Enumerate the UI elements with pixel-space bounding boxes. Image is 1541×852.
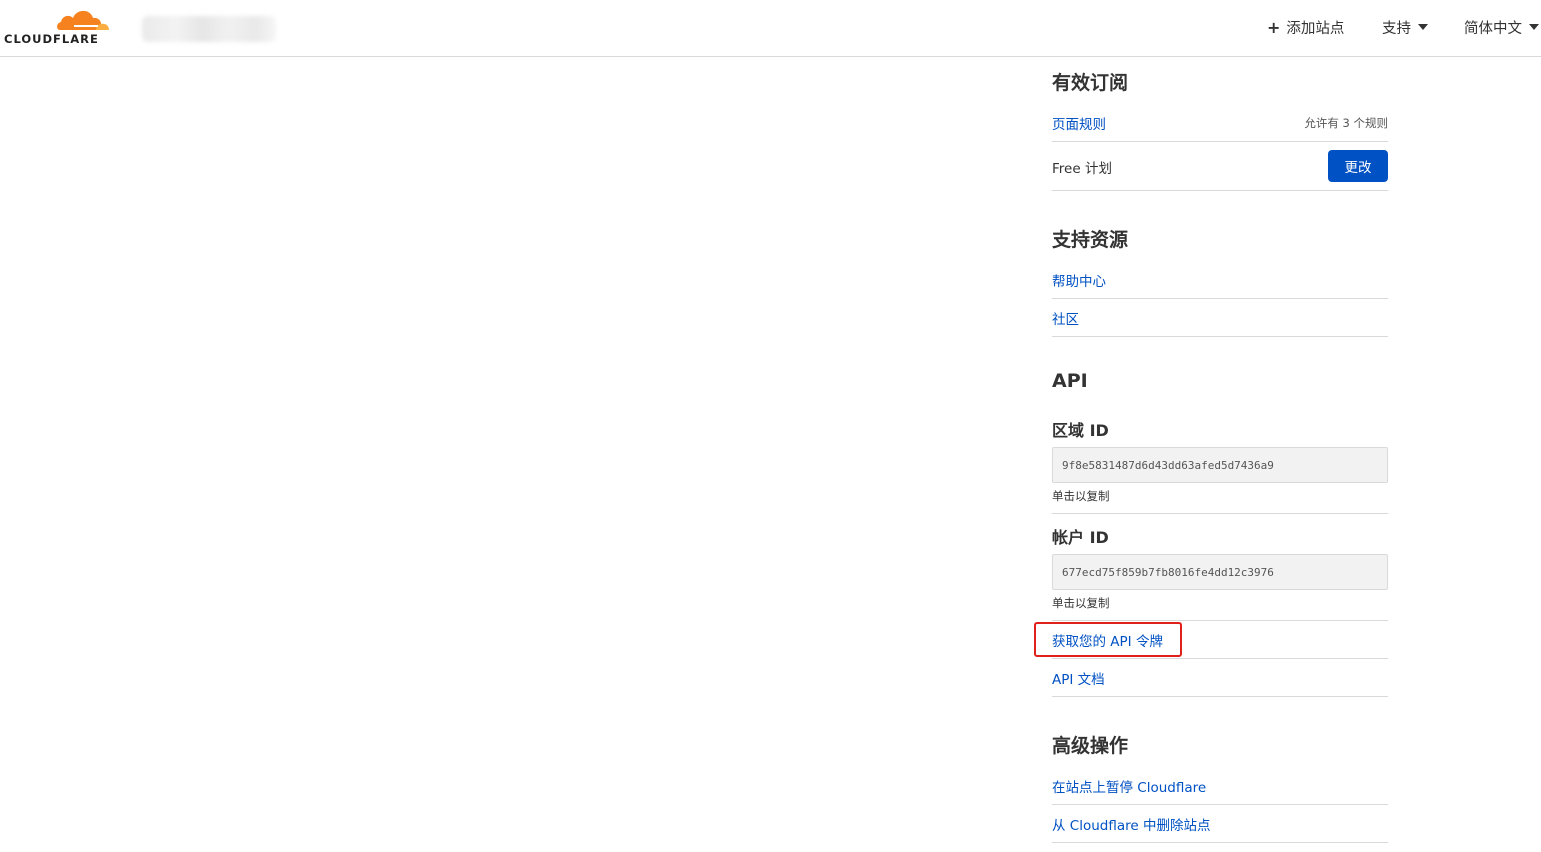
page-rules-allowance: 允许有 3 个规则 (1304, 116, 1388, 130)
community-link[interactable]: 社区 (1052, 308, 1079, 328)
help-center-link[interactable]: 帮助中心 (1052, 270, 1106, 290)
divider (1052, 190, 1388, 191)
caret-down-icon (1418, 24, 1428, 30)
annotation-highlight-box (1034, 622, 1182, 657)
zone-id-label: 区域 ID (1052, 421, 1109, 440)
subscriptions-title: 有效订阅 (1052, 72, 1129, 94)
caret-down-icon (1529, 24, 1539, 30)
account-name-blurred[interactable] (142, 16, 276, 42)
api-docs-link[interactable]: API 文档 (1052, 668, 1105, 688)
divider (1052, 141, 1388, 142)
divider (1052, 336, 1388, 337)
account-id-copy-hint: 单击以复制 (1052, 596, 1110, 610)
divider (1052, 658, 1388, 659)
account-id-field[interactable]: 677ecd75f859b7fb8016fe4dd12c3976 (1052, 554, 1388, 590)
plus-icon: + (1267, 17, 1281, 37)
cloudflare-logo[interactable]: CLOUDFLARE (4, 6, 110, 46)
divider (1052, 696, 1388, 697)
add-site-button[interactable]: + 添加站点 (1267, 16, 1344, 38)
change-plan-button[interactable]: 更改 (1328, 150, 1388, 182)
divider (1052, 513, 1388, 514)
add-site-label: 添加站点 (1286, 20, 1345, 37)
divider (1052, 298, 1388, 299)
language-menu[interactable]: 简体中文 (1464, 16, 1539, 38)
support-resources-title: 支持资源 (1052, 229, 1129, 251)
plan-name: Free 计划 (1052, 161, 1112, 177)
divider (1052, 804, 1388, 805)
zone-id-copy-hint: 单击以复制 (1052, 489, 1110, 503)
api-title: API (1052, 370, 1088, 392)
pause-cloudflare-link[interactable]: 在站点上暂停 Cloudflare (1052, 776, 1206, 796)
cloud-logo-icon (57, 10, 109, 30)
page-rules-link[interactable]: 页面规则 (1052, 113, 1106, 133)
zone-id-field[interactable]: 9f8e5831487d6d43dd63afed5d7436a9 (1052, 447, 1388, 483)
divider (1052, 620, 1388, 621)
remove-site-link[interactable]: 从 Cloudflare 中删除站点 (1052, 814, 1210, 834)
logo-text: CLOUDFLARE (4, 32, 99, 46)
top-header: CLOUDFLARE + 添加站点 支持 简体中文 (0, 0, 1541, 57)
support-menu[interactable]: 支持 (1382, 16, 1428, 38)
advanced-actions-title: 高级操作 (1052, 735, 1129, 757)
account-id-label: 帐户 ID (1052, 528, 1109, 547)
support-label: 支持 (1382, 20, 1411, 37)
language-label: 简体中文 (1464, 20, 1522, 37)
divider (1052, 842, 1388, 843)
